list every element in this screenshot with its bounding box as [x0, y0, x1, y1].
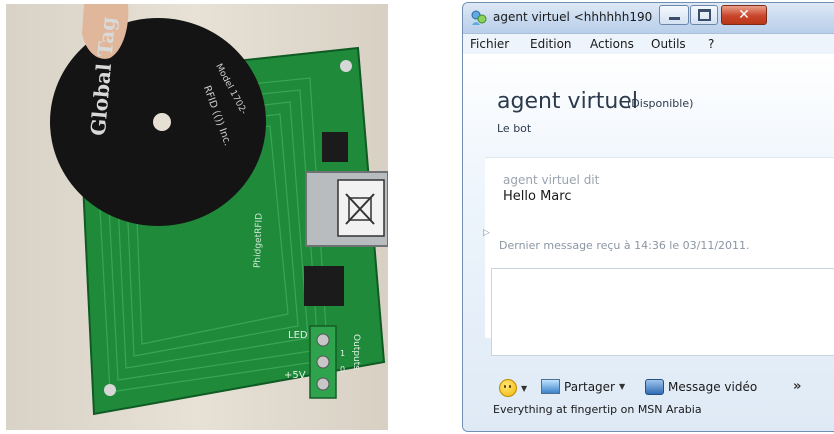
menu-fichier[interactable]: Fichier: [470, 37, 509, 51]
menu-outils[interactable]: Outils: [651, 37, 686, 51]
compose-toolbar: ▼ Partager ▼ Message vidéo »: [499, 377, 834, 397]
title-bar[interactable]: agent virtuel <hhhhhh1907@ho... ✕: [463, 3, 834, 34]
last-message-info: Dernier message reçu à 14:36 le 03/11/20…: [499, 239, 750, 252]
share-icon: [541, 379, 560, 394]
led-label: LED: [288, 330, 308, 341]
conversation-pane: agent virtuel (Disponible) Le bot agent …: [463, 54, 834, 431]
rfid-photo: Global Tag RFID (()) Inc. Model 1702- Ph…: [6, 4, 388, 430]
contact-status: (Disponible): [627, 97, 694, 110]
sender-line: agent virtuel dit: [503, 173, 600, 187]
emoticon-button[interactable]: ▼: [499, 379, 527, 397]
menu-help[interactable]: ?: [708, 37, 714, 51]
message-text: Hello Marc: [503, 189, 572, 204]
close-icon: ✕: [738, 7, 750, 23]
rfid-photo-drawing: Global Tag RFID (()) Inc. Model 1702- Ph…: [50, 4, 388, 416]
chevron-down-icon: ▼: [618, 382, 626, 391]
share-label: Partager: [564, 379, 615, 394]
plus5v-label: +5V: [284, 370, 306, 381]
messenger-icon[interactable]: [470, 9, 488, 27]
ic-chip-1: [322, 132, 348, 162]
maximize-button[interactable]: [690, 5, 718, 25]
pin-label-0: 0: [340, 365, 345, 374]
board-text: PhidgetRFID: [253, 213, 265, 269]
window-title: agent virtuel <hhhhhh1907@ho...: [493, 10, 653, 24]
message-input[interactable]: [491, 268, 834, 356]
ad-banner[interactable]: Everything at fingertip on MSN Arabia: [493, 403, 702, 416]
smiley-icon: [499, 379, 517, 397]
minimize-icon: [668, 17, 680, 20]
more-label: »: [793, 379, 802, 394]
minimize-button[interactable]: [659, 5, 689, 25]
menu-actions[interactable]: Actions: [590, 37, 634, 51]
menu-bar: Fichier Edition Actions Outils ?: [463, 34, 834, 54]
video-message-label: Message vidéo: [668, 380, 758, 394]
messenger-window: agent virtuel <hhhhhh1907@ho... ✕ Fichie…: [462, 2, 834, 432]
pin-label-1: 1: [340, 349, 345, 358]
maximize-icon: [697, 9, 711, 21]
video-message-button[interactable]: Message vidéo: [645, 379, 757, 395]
more-button[interactable]: »: [793, 379, 801, 394]
contact-name: agent virtuel: [497, 89, 638, 114]
contact-personal-message: Le bot: [497, 122, 532, 135]
menu-edition[interactable]: Edition: [530, 37, 572, 51]
expand-arrow-icon[interactable]: ▷: [483, 228, 490, 238]
chevron-down-icon: ▼: [521, 383, 528, 393]
share-button[interactable]: Partager ▼: [541, 379, 625, 394]
video-message-icon: [645, 379, 664, 395]
ic-chip-2: [304, 266, 344, 306]
outputs-label: Outputs: [351, 334, 361, 370]
close-button[interactable]: ✕: [721, 5, 767, 25]
